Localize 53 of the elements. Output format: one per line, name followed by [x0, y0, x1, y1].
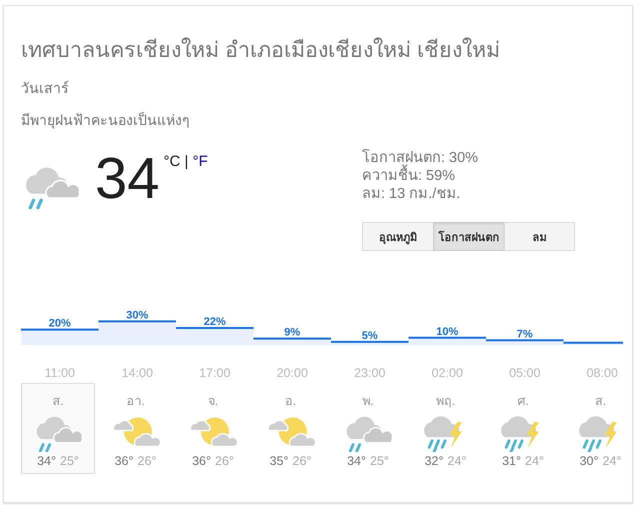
high-temperature: 31° [502, 454, 521, 468]
high-temperature: 36° [192, 454, 211, 468]
weekday-label: ส. [594, 393, 606, 410]
condition-text: มีพายุฝนฟ้าคะนองเป็นแห่งๆ [21, 110, 191, 131]
weekday-label: พ. [362, 393, 374, 410]
low-temperature: 25° [60, 454, 79, 468]
weather-detail: ลม: 13 กม./ชม. [362, 185, 462, 203]
low-temperature: 24° [448, 454, 466, 468]
location-title: เทศบาลนครเชียงใหม่ อำเภอเมืองเชียงใหม่ เชียงใหม่ [21, 36, 501, 64]
low-temperature: 26° [138, 454, 156, 468]
time-label: 11:00 [44, 366, 75, 380]
high-temperature: 34° [37, 454, 56, 468]
forecast-day[interactable]: ส. 34° 25° [21, 383, 95, 474]
weekday-label: ศ. [517, 393, 529, 410]
value-label: 22% [204, 316, 226, 328]
low-temperature: 24° [602, 454, 622, 468]
high-temperature: 34° [347, 454, 366, 468]
low-temperature: 24° [525, 454, 544, 468]
celsius-unit: °C [164, 153, 180, 170]
time-label: 02:00 [432, 366, 463, 380]
value-label: 5% [362, 330, 378, 342]
value-label: 20% [48, 318, 71, 330]
chart-tab[interactable]: อุณหภูมิ [362, 222, 434, 251]
value-label: 30% [126, 309, 148, 322]
time-label: 14:00 [122, 366, 153, 380]
high-temperature: 35° [270, 454, 288, 468]
weekday-label: อา. [126, 393, 145, 410]
high-temperature: 32° [424, 454, 444, 468]
chart-tab[interactable]: โอกาสฝนตก [433, 222, 505, 251]
weather-detail: โอกาสฝนตก: 30% [362, 149, 480, 166]
weekday-label: ส. [52, 393, 64, 410]
time-label: 17:00 [199, 366, 230, 380]
value-label: 9% [284, 326, 300, 339]
day-label: วันเสาร์ [21, 79, 70, 98]
unit-separator: | [184, 153, 188, 170]
low-temperature: 25° [370, 454, 389, 468]
value-label: 10% [436, 326, 458, 338]
weekday-label: จ. [208, 393, 218, 410]
chart-tab[interactable]: ลม [504, 222, 575, 251]
temperature: 34 [95, 149, 160, 209]
time-label: 05:00 [509, 366, 540, 380]
time-label: 23:00 [354, 366, 386, 380]
high-temperature: 36° [114, 454, 134, 468]
time-label: 08:00 [586, 366, 618, 380]
weather-detail: ความชื้น: 59% [362, 167, 575, 185]
value-label: 7% [516, 328, 533, 340]
low-temperature: 26° [215, 454, 234, 468]
high-temperature: 30° [580, 454, 598, 468]
weekday-label: พฤ. [436, 393, 456, 410]
low-temperature: 26° [292, 454, 312, 468]
fahrenheit-link[interactable]: °F [192, 153, 208, 170]
time-label: 20:00 [276, 366, 308, 380]
weekday-label: อ. [284, 393, 296, 410]
